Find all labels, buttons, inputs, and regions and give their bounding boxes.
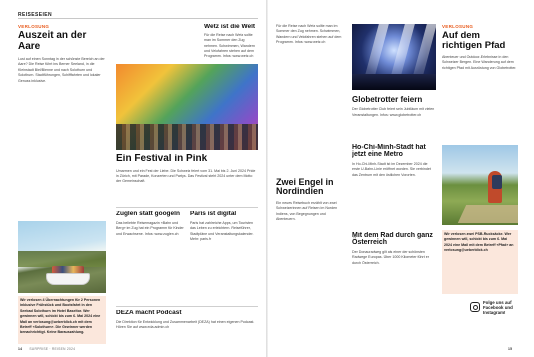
callout-text: Wir verlosen zwei PSB-Rucksäcke. Wer gew… xyxy=(444,232,514,253)
article-kicker: VERLOSUNG xyxy=(442,24,474,29)
article-body: In Ho-Chi-Minh-Stadt ist im Dezember 202… xyxy=(352,161,431,177)
divider xyxy=(116,207,258,208)
divider xyxy=(116,306,258,307)
article-body: Lust auf einen Sonntag in der schönste B… xyxy=(18,57,105,83)
article-body: Der Donauradweg gilt als einer der schön… xyxy=(352,249,429,265)
article-body: Abenteuer und Outdoor-Erlebnisse in den … xyxy=(442,54,517,70)
concert-photo xyxy=(352,24,436,90)
article-wetz-body: Für die Reise nach Wetz sollte man im So… xyxy=(276,24,346,180)
article-headline: Ein Festival in Pink xyxy=(116,154,208,164)
backpack xyxy=(492,175,502,189)
footer-text: SURPRISE · REISEN 2024 xyxy=(29,347,76,351)
article-kicker: VERLOSUNG xyxy=(18,24,50,29)
article-headline: Paris ist digital xyxy=(190,211,237,217)
magazine-spread: REISESEIEN VERLOSUNG Auszeit an der Aare… xyxy=(0,0,534,357)
footer-right: 15 xyxy=(508,347,512,351)
article-headline: Auf dem richtigen Pfad xyxy=(442,30,506,51)
instagram-icon xyxy=(470,302,480,312)
article-zuglen: Zuglen statt googeln Das beliebte Reisem… xyxy=(116,211,184,303)
article-headline: Wetz ist die Welt xyxy=(204,24,256,30)
article-wetz: Wetz ist die Welt Für die Reise nach Wet… xyxy=(204,24,258,62)
article-paris: Paris ist digital Paris hat zahlreiche A… xyxy=(190,211,258,303)
pride-festival-photo xyxy=(116,64,258,150)
riverbank-trees xyxy=(18,251,106,267)
section-rule xyxy=(18,18,258,19)
article-body: Der Globetrotter Club feiert sein Jubilä… xyxy=(352,107,435,117)
boat xyxy=(46,273,90,285)
page-number: 15 xyxy=(508,347,513,351)
boat-photo xyxy=(18,221,106,293)
article-headline: Mit dem Rad durch ganz Österreich xyxy=(352,232,433,247)
article-body: Die Direktion für Entwicklung und Zusamm… xyxy=(116,319,255,330)
article-body: Paris hat zahlreiche Apps, um Touristen … xyxy=(190,220,254,242)
page-fold xyxy=(266,0,268,357)
social-promo[interactable]: Folge uns auf Facebook und Instagram! xyxy=(470,300,516,338)
contest-callout-aare: Wir verlosen 4 Übernachtungen für 2 Pers… xyxy=(18,296,106,344)
article-body: Ein neues Reisebuch erzählt von zwei Sch… xyxy=(276,200,338,222)
crowd xyxy=(352,74,436,90)
article-metro: Ho-Chi-Minh-Stadt hat jetzt eine Metro I… xyxy=(352,144,436,226)
article-deza: DEZA macht Podcast Die Direktion für Ent… xyxy=(116,310,258,344)
article-body: Umarmen und ein Fest der Liebe. Die Schw… xyxy=(116,168,256,184)
article-headline: Ho-Chi-Minh-Stadt hat jetzt eine Metro xyxy=(352,144,426,159)
article-headline: Zuglen statt googeln xyxy=(116,211,180,217)
article-body: Das beliebte Reisemagazin «Bahn und Berg… xyxy=(116,220,184,236)
article-headline: Auszeit an der Aare xyxy=(18,30,87,52)
crowd xyxy=(116,124,258,150)
article-zwei-engel: Zwei Engel in Nordindien Ein neues Reise… xyxy=(276,178,346,344)
article-headline: Globetrotter feiern xyxy=(352,96,423,104)
article-headline: DEZA macht Podcast xyxy=(116,310,182,316)
contest-callout-pfad: Wir verlosen zwei PSB-Rucksäcke. Wer gew… xyxy=(442,230,518,294)
article-globetrotter: Globetrotter feiern Der Globetrotter Clu… xyxy=(352,96,436,140)
article-body: Für die Reise nach Wetz sollte man im So… xyxy=(276,24,342,45)
footer-left: 14 SURPRISE · REISEN 2024 xyxy=(18,347,75,351)
article-body: Für die Reise nach Wetz sollte man im So… xyxy=(204,32,256,59)
hiking-photo xyxy=(442,145,518,225)
article-rad-oesterreich: Mit dem Rad durch ganz Österreich Der Do… xyxy=(352,232,436,342)
social-text: Folge uns auf Facebook und Instagram! xyxy=(483,300,513,316)
trail xyxy=(457,205,518,223)
article-headline: Zwei Engel in Nordindien xyxy=(276,178,334,197)
callout-text: Wir verlosen 4 Übernachtungen für 2 Pers… xyxy=(20,298,101,335)
article-pfad: VERLOSUNG Auf dem richtigen Pfad Abenteu… xyxy=(442,24,518,142)
article-festival: Ein Festival in Pink Umarmen und ein Fes… xyxy=(116,154,258,204)
page-number: 14 xyxy=(18,347,23,351)
